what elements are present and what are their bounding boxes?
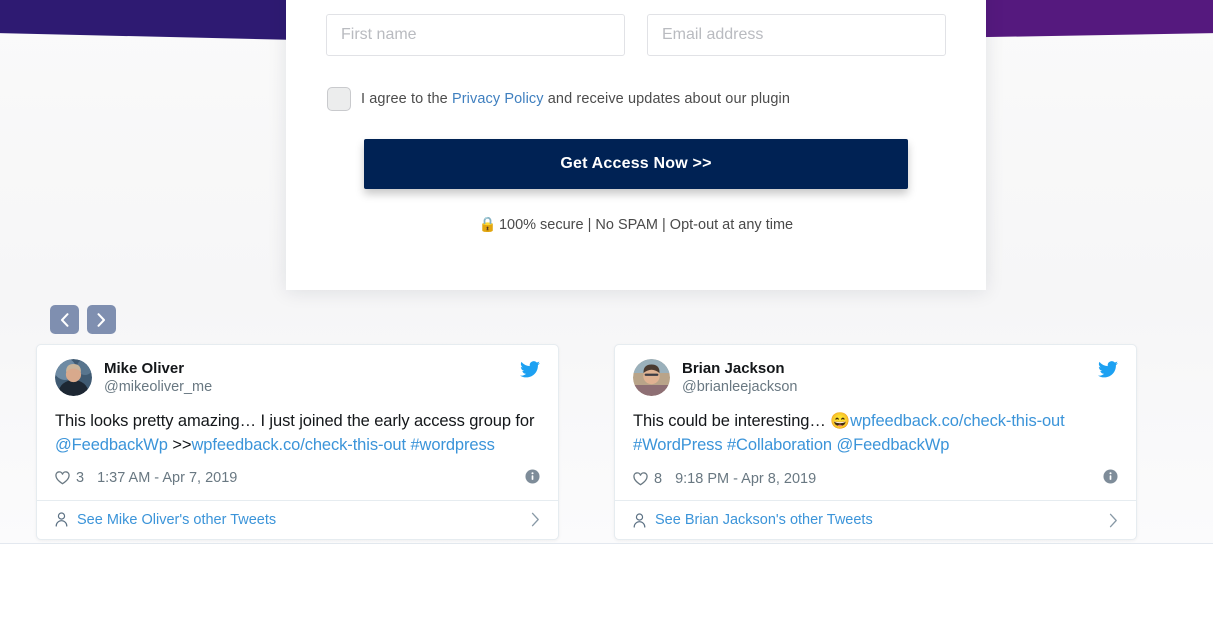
email-field[interactable] bbox=[647, 14, 946, 56]
tweet-timestamp: 9:18 PM - Apr 8, 2019 bbox=[675, 471, 816, 487]
tweet-mention-link[interactable]: @FeedbackWp bbox=[55, 436, 168, 454]
security-note-text: 100% secure | No SPAM | Opt-out at any t… bbox=[499, 217, 793, 233]
tweet-hashtag-link[interactable]: #WordPress bbox=[633, 436, 722, 454]
security-note: 🔒100% secure | No SPAM | Opt-out at any … bbox=[326, 216, 946, 233]
tweet-url-link[interactable]: wpfeedback.co/check-this-out bbox=[191, 436, 406, 454]
info-icon[interactable] bbox=[525, 469, 540, 488]
cta-wrapper: Get Access Now >> bbox=[326, 139, 946, 189]
tweet-text: This could be interesting… 😄wpfeedback.c… bbox=[633, 410, 1118, 457]
consent-row: I agree to the Privacy Policy and receiv… bbox=[326, 87, 946, 111]
person-icon bbox=[55, 512, 68, 527]
carousel-controls bbox=[50, 305, 116, 334]
tweet-meta: 8 9:18 PM - Apr 8, 2019 bbox=[633, 469, 1118, 488]
like-count: 8 bbox=[654, 471, 662, 487]
carousel-next-button[interactable] bbox=[87, 305, 116, 334]
tweet-author: Mike Oliver @mikeoliver_me bbox=[104, 359, 520, 397]
privacy-policy-link[interactable]: Privacy Policy bbox=[452, 91, 544, 107]
avatar bbox=[55, 359, 92, 396]
tweet-body: Mike Oliver @mikeoliver_me This looks pr… bbox=[37, 345, 558, 500]
info-icon[interactable] bbox=[1103, 469, 1118, 488]
tweet-url-link[interactable]: wpfeedback.co/check-this-out bbox=[850, 412, 1065, 430]
tweet-card[interactable]: Brian Jackson @brianleejackson This coul… bbox=[614, 344, 1137, 540]
consent-prefix: I agree to the bbox=[361, 91, 452, 107]
get-access-button[interactable]: Get Access Now >> bbox=[364, 139, 908, 189]
consent-suffix: and receive updates about our plugin bbox=[544, 91, 790, 107]
grinning-face-emoji: 😄 bbox=[830, 413, 850, 430]
author-handle: @brianleejackson bbox=[682, 378, 1098, 397]
heart-icon[interactable] bbox=[55, 471, 70, 485]
tweet-hashtag-link[interactable]: #wordpress bbox=[410, 436, 494, 454]
tweet-card[interactable]: Mike Oliver @mikeoliver_me This looks pr… bbox=[36, 344, 559, 540]
tweet-footer[interactable]: See Mike Oliver's other Tweets bbox=[37, 500, 558, 539]
chevron-right-icon bbox=[97, 313, 106, 327]
chevron-right-icon bbox=[1109, 513, 1118, 528]
lock-icon: 🔒 bbox=[479, 217, 497, 233]
author-display-name: Brian Jackson bbox=[682, 360, 1098, 378]
tweet-hashtag-link[interactable]: #Collaboration bbox=[727, 436, 832, 454]
like-count: 3 bbox=[76, 470, 84, 486]
chevron-right-icon bbox=[531, 512, 540, 527]
first-name-input[interactable] bbox=[326, 14, 625, 56]
tweet-segment: >> bbox=[168, 436, 192, 454]
tweet-body: Brian Jackson @brianleejackson This coul… bbox=[615, 345, 1136, 500]
carousel-prev-button[interactable] bbox=[50, 305, 79, 334]
tweet-segment: This could be interesting… bbox=[633, 412, 830, 430]
optin-field-row bbox=[326, 14, 946, 56]
tweet-mention-link[interactable]: @FeedbackWp bbox=[836, 436, 949, 454]
heart-icon[interactable] bbox=[633, 472, 648, 486]
tweet-header: Brian Jackson @brianleejackson bbox=[633, 359, 1118, 397]
section-divider bbox=[0, 543, 1213, 544]
tweet-timestamp: 1:37 AM - Apr 7, 2019 bbox=[97, 470, 237, 486]
see-other-tweets-link[interactable]: See Brian Jackson's other Tweets bbox=[655, 512, 1109, 528]
privacy-consent-checkbox[interactable] bbox=[327, 87, 351, 111]
tweet-author: Brian Jackson @brianleejackson bbox=[682, 359, 1098, 397]
author-display-name: Mike Oliver bbox=[104, 360, 520, 378]
person-icon bbox=[633, 513, 646, 528]
tweet-text: This looks pretty amazing… I just joined… bbox=[55, 410, 540, 457]
tweet-segment: This looks pretty amazing… I just joined… bbox=[55, 412, 534, 430]
avatar bbox=[633, 359, 670, 396]
author-handle: @mikeoliver_me bbox=[104, 378, 520, 397]
tweet-meta: 3 1:37 AM - Apr 7, 2019 bbox=[55, 469, 540, 488]
tweet-footer[interactable]: See Brian Jackson's other Tweets bbox=[615, 500, 1136, 539]
tweet-header: Mike Oliver @mikeoliver_me bbox=[55, 359, 540, 397]
see-other-tweets-link[interactable]: See Mike Oliver's other Tweets bbox=[77, 512, 531, 528]
page-root: I agree to the Privacy Policy and receiv… bbox=[0, 0, 1213, 641]
twitter-bird-icon bbox=[1098, 359, 1118, 383]
twitter-bird-icon bbox=[520, 359, 540, 383]
consent-label: I agree to the Privacy Policy and receiv… bbox=[361, 91, 790, 107]
optin-card: I agree to the Privacy Policy and receiv… bbox=[286, 0, 986, 290]
chevron-left-icon bbox=[60, 313, 69, 327]
